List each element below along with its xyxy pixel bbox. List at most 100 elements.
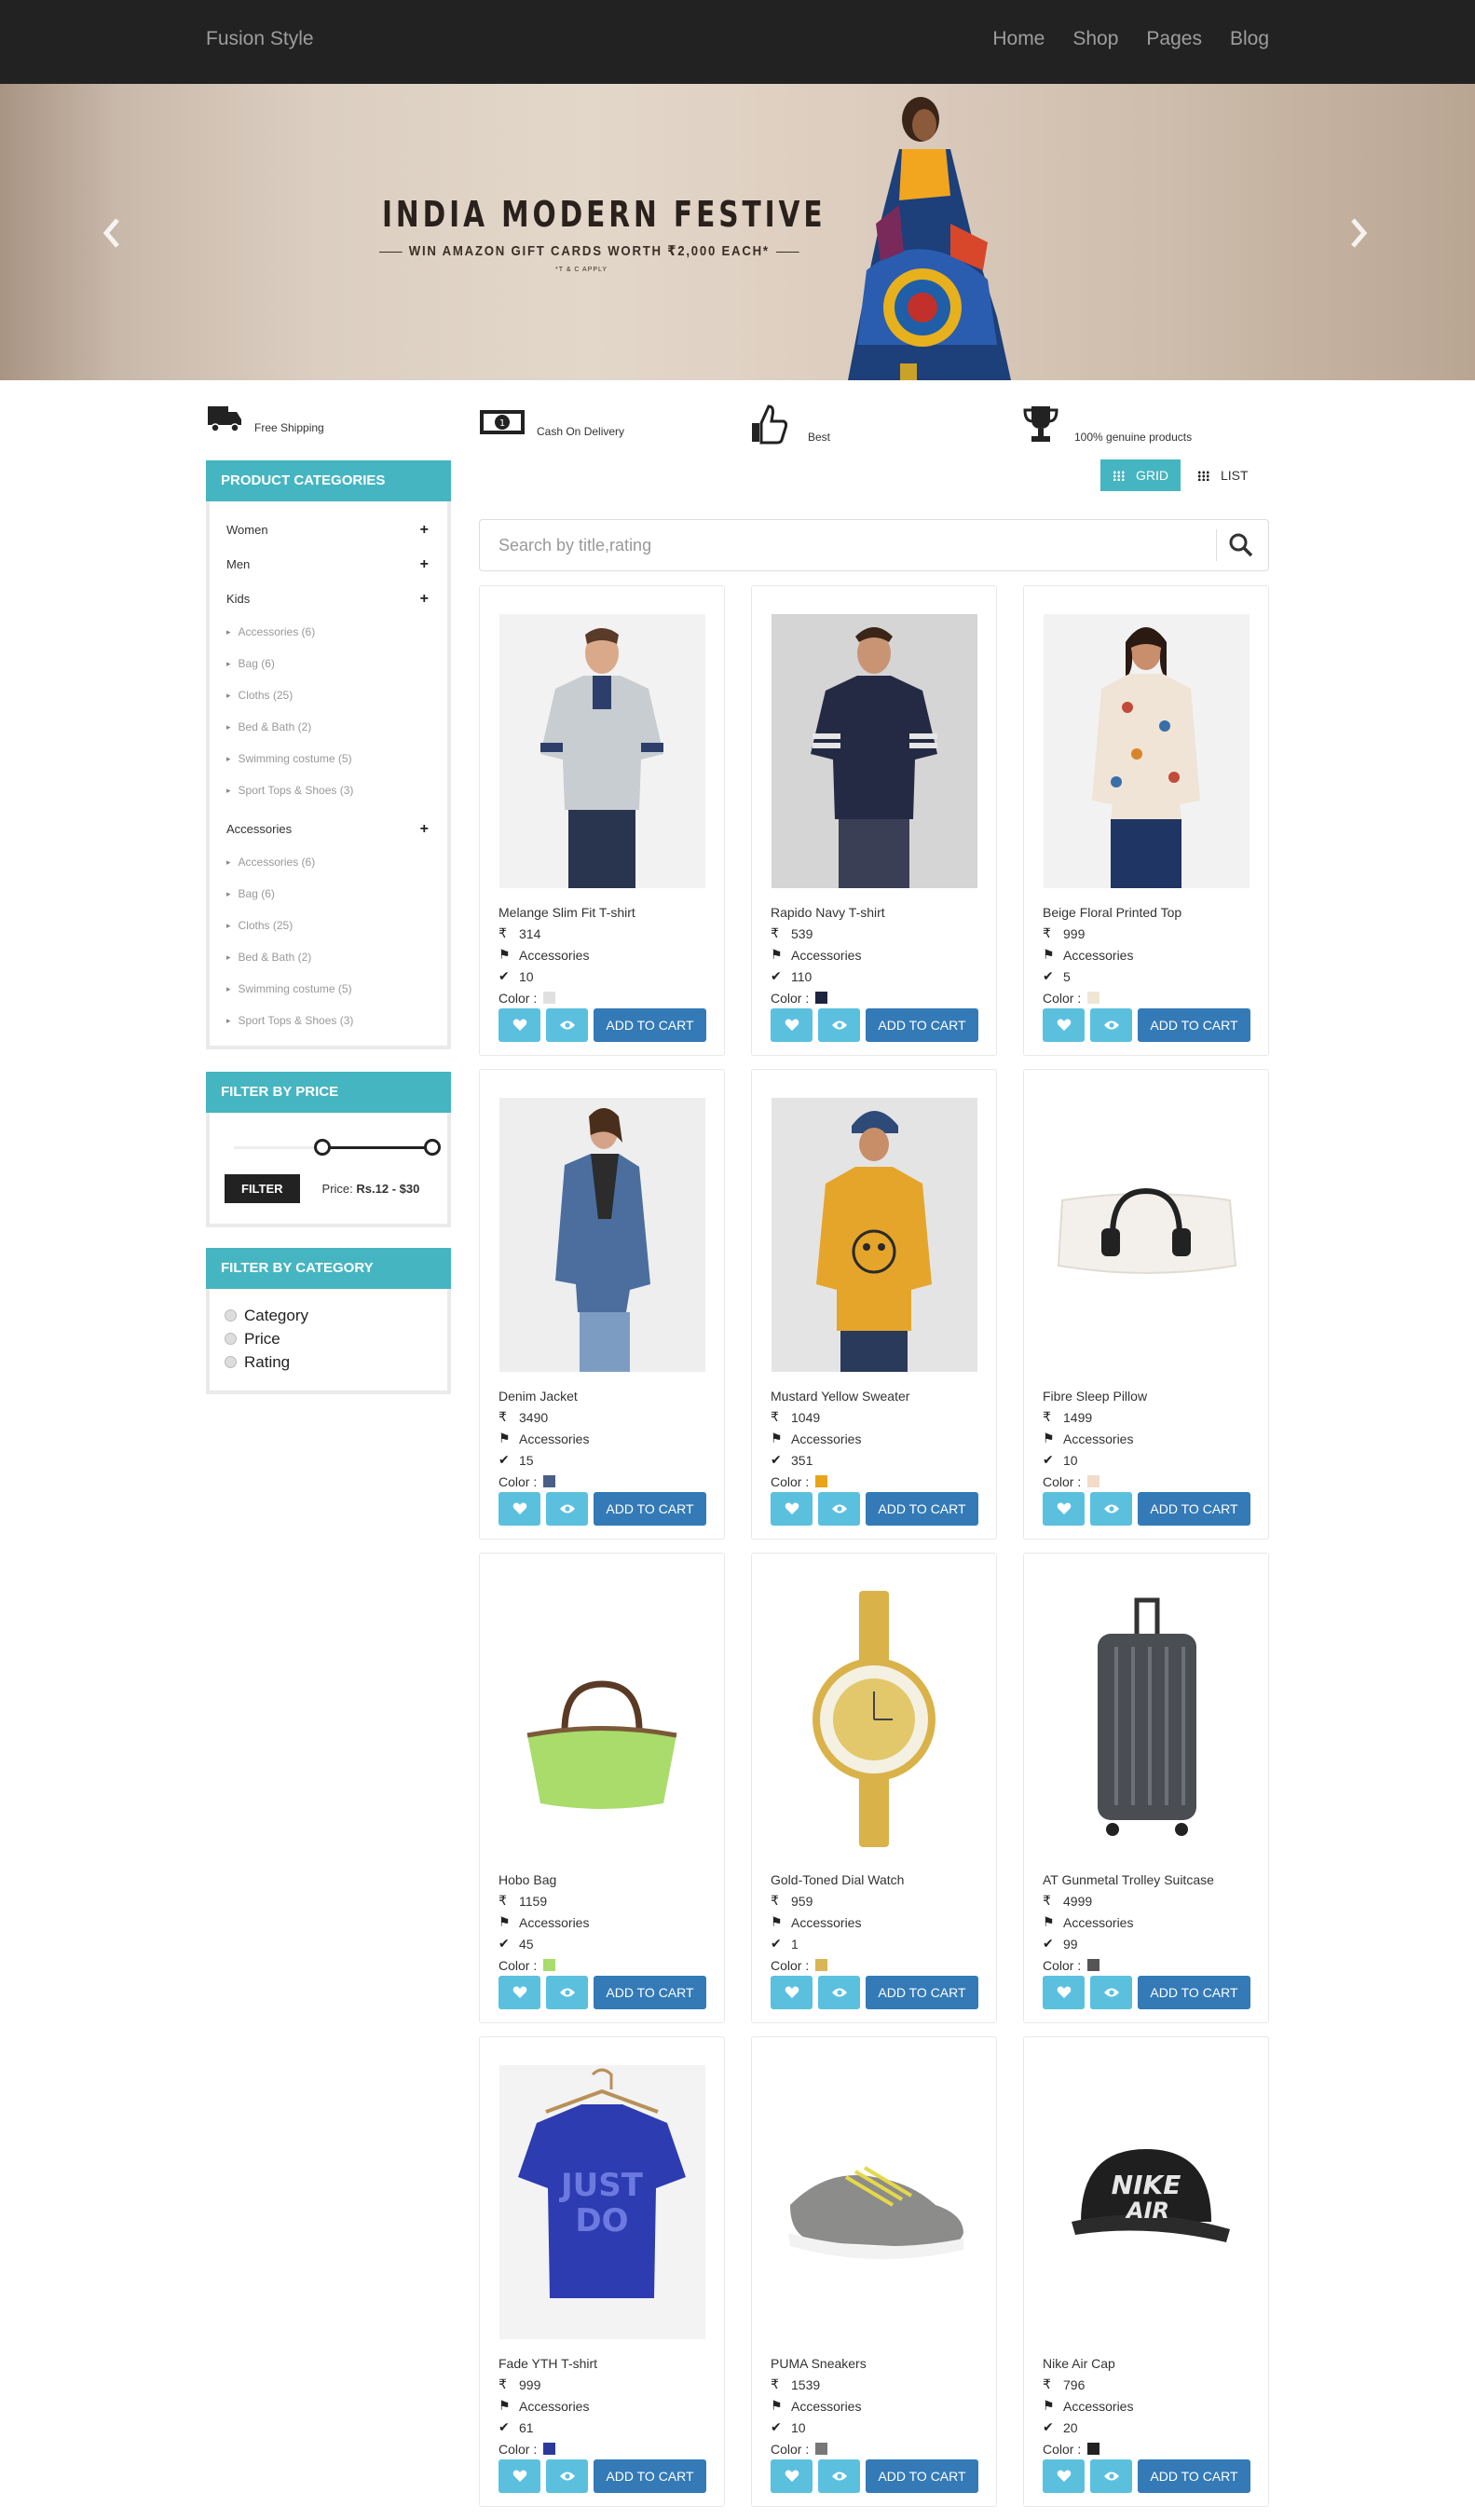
product-card[interactable]: Beige Floral Printed Top ₹999 ⚑ Accessori… xyxy=(1023,585,1269,1056)
search-input[interactable] xyxy=(480,520,1216,570)
quick-view-button[interactable] xyxy=(1090,1492,1132,1526)
add-to-cart-button[interactable]: ADD TO CART xyxy=(594,2459,706,2493)
category-men[interactable]: Men + xyxy=(226,547,429,582)
product-card[interactable]: Denim Jacket ₹3490 ⚑ Accessories ✔ 15 Colo… xyxy=(479,1069,725,1540)
product-name[interactable]: Hobo Bag xyxy=(498,1869,589,1890)
subcategory-item[interactable]: Cloths (25) xyxy=(226,910,429,941)
add-to-cart-button[interactable]: ADD TO CART xyxy=(866,1492,978,1526)
wishlist-button[interactable] xyxy=(1043,1976,1085,2009)
plus-icon[interactable]: + xyxy=(420,522,429,539)
quick-view-button[interactable] xyxy=(546,2459,588,2493)
wishlist-button[interactable] xyxy=(498,2459,540,2493)
quick-view-button[interactable] xyxy=(818,1492,860,1526)
slider-max-handle[interactable] xyxy=(424,1139,441,1156)
product-name[interactable]: Denim Jacket xyxy=(498,1385,589,1406)
product-card[interactable]: Fibre Sleep Pillow ₹1499 ⚑ Accessories ✔ 1… xyxy=(1023,1069,1269,1540)
product-name[interactable]: Rapido Navy T-shirt xyxy=(771,901,885,923)
filter-option-category[interactable]: Category xyxy=(225,1304,430,1327)
filter-option-rating[interactable]: Rating xyxy=(225,1350,430,1374)
quick-view-button[interactable] xyxy=(546,1976,588,2009)
add-to-cart-button[interactable]: ADD TO CART xyxy=(1138,1008,1250,1042)
wishlist-button[interactable] xyxy=(771,2459,813,2493)
wishlist-button[interactable] xyxy=(771,1492,813,1526)
carousel-next-button[interactable] xyxy=(1347,214,1370,261)
add-to-cart-button[interactable]: ADD TO CART xyxy=(1138,1492,1250,1526)
subcategory-item[interactable]: Bag (6) xyxy=(226,648,429,679)
quick-view-button[interactable] xyxy=(818,1008,860,1042)
product-image[interactable] xyxy=(499,1582,705,1856)
list-view-button[interactable]: LIST xyxy=(1197,459,1249,491)
product-card[interactable]: PUMA Sneakers ₹1539 ⚑ Accessories ✔ 10 Col… xyxy=(751,2036,997,2507)
quick-view-button[interactable] xyxy=(818,2459,860,2493)
subcategory-item[interactable]: Sport Tops & Shoes (3) xyxy=(226,774,429,806)
slider-min-handle[interactable] xyxy=(314,1139,331,1156)
product-card[interactable]: Rapido Navy T-shirt ₹539 ⚑ Accessories ✔ 1… xyxy=(751,585,997,1056)
radio-button[interactable] xyxy=(225,1309,237,1322)
product-name[interactable]: PUMA Sneakers xyxy=(771,2352,867,2374)
filter-button[interactable]: FILTER xyxy=(225,1174,300,1203)
product-image[interactable] xyxy=(772,614,977,888)
subcategory-item[interactable]: Bed & Bath (2) xyxy=(226,941,429,973)
category-women[interactable]: Women + xyxy=(226,513,429,547)
subcategory-item[interactable]: Bed & Bath (2) xyxy=(226,711,429,743)
brand-logo[interactable]: Fusion Style xyxy=(206,28,314,50)
quick-view-button[interactable] xyxy=(546,1008,588,1042)
subcategory-item[interactable]: Accessories (6) xyxy=(226,846,429,878)
product-name[interactable]: Nike Air Cap xyxy=(1043,2352,1133,2374)
price-range-slider[interactable] xyxy=(234,1139,441,1157)
product-card[interactable]: JUST DO Fade YTH T-shirt ₹999 ⚑ Accessorie… xyxy=(479,2036,725,2507)
wishlist-button[interactable] xyxy=(771,1976,813,2009)
carousel-prev-button[interactable] xyxy=(101,214,123,261)
radio-button[interactable] xyxy=(225,1356,237,1368)
product-image[interactable] xyxy=(499,1098,705,1372)
plus-icon[interactable]: + xyxy=(420,821,429,838)
filter-option-price[interactable]: Price xyxy=(225,1327,430,1350)
quick-view-button[interactable] xyxy=(818,1976,860,2009)
category-accessories[interactable]: Accessories + xyxy=(226,812,429,846)
wishlist-button[interactable] xyxy=(771,1008,813,1042)
subcategory-item[interactable]: Swimming costume (5) xyxy=(226,743,429,774)
product-card[interactable]: AT Gunmetal Trolley Suitcase ₹4999 ⚑ Acce… xyxy=(1023,1553,1269,2023)
product-image[interactable] xyxy=(499,614,705,888)
wishlist-button[interactable] xyxy=(1043,1492,1085,1526)
radio-button[interactable] xyxy=(225,1333,237,1345)
add-to-cart-button[interactable]: ADD TO CART xyxy=(866,1976,978,2009)
add-to-cart-button[interactable]: ADD TO CART xyxy=(1138,1976,1250,2009)
search-icon[interactable] xyxy=(1227,531,1255,559)
product-card[interactable]: NIKE AIR Nike Air Cap ₹796 ⚑ Accessories ✔… xyxy=(1023,2036,1269,2507)
add-to-cart-button[interactable]: ADD TO CART xyxy=(594,1008,706,1042)
wishlist-button[interactable] xyxy=(498,1008,540,1042)
quick-view-button[interactable] xyxy=(1090,1976,1132,2009)
product-image[interactable] xyxy=(1044,614,1250,888)
product-image[interactable] xyxy=(772,1098,977,1372)
product-image[interactable]: JUSTDO xyxy=(499,2065,705,2339)
product-name[interactable]: Fade YTH T-shirt xyxy=(498,2352,597,2374)
product-card[interactable]: Gold-Toned Dial Watch ₹959 ⚑ Accessories … xyxy=(751,1553,997,2023)
product-image[interactable] xyxy=(772,2065,977,2339)
product-card[interactable]: Melange Slim Fit T-shirt ₹314 ⚑ Accessori… xyxy=(479,585,725,1056)
plus-icon[interactable]: + xyxy=(420,556,429,573)
plus-icon[interactable]: + xyxy=(420,591,429,608)
quick-view-button[interactable] xyxy=(546,1492,588,1526)
wishlist-button[interactable] xyxy=(498,1976,540,2009)
product-card[interactable]: Mustard Yellow Sweater ₹1049 ⚑ Accessorie… xyxy=(751,1069,997,1540)
product-name[interactable]: Mustard Yellow Sweater xyxy=(771,1385,909,1406)
subcategory-item[interactable]: Accessories (6) xyxy=(226,616,429,648)
add-to-cart-button[interactable]: ADD TO CART xyxy=(866,1008,978,1042)
product-name[interactable]: Melange Slim Fit T-shirt xyxy=(498,901,635,923)
wishlist-button[interactable] xyxy=(1043,1008,1085,1042)
category-kids[interactable]: Kids + xyxy=(226,582,429,616)
nav-blog[interactable]: Blog xyxy=(1230,28,1269,50)
add-to-cart-button[interactable]: ADD TO CART xyxy=(594,1976,706,2009)
product-name[interactable]: Gold-Toned Dial Watch xyxy=(771,1869,904,1890)
product-image[interactable] xyxy=(1044,1098,1250,1372)
wishlist-button[interactable] xyxy=(1043,2459,1085,2493)
quick-view-button[interactable] xyxy=(1090,1008,1132,1042)
product-image[interactable]: NIKEAIR xyxy=(1044,2065,1250,2339)
subcategory-item[interactable]: Bag (6) xyxy=(226,878,429,910)
product-name[interactable]: Fibre Sleep Pillow xyxy=(1043,1385,1147,1406)
add-to-cart-button[interactable]: ADD TO CART xyxy=(866,2459,978,2493)
nav-pages[interactable]: Pages xyxy=(1146,28,1202,50)
grid-view-button[interactable]: GRID xyxy=(1100,459,1181,491)
product-name[interactable]: Beige Floral Printed Top xyxy=(1043,901,1181,923)
